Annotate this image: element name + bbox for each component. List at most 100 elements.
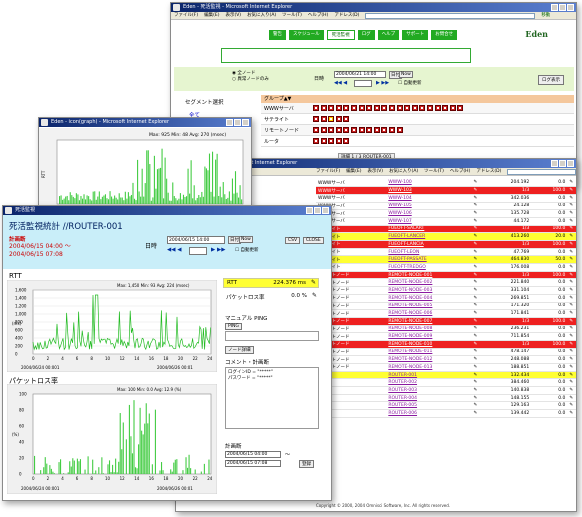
- table-row[interactable]: サテライトFUEOFT-SALART✎1/3100.0✎: [316, 225, 576, 233]
- table-row[interactable]: リモートノード REMOTE-NODE-013 ✎ 188.851 0.0 ✎: [316, 363, 576, 372]
- table-row[interactable]: サテライトFUEOFT-LEON✎47.7690.0✎: [316, 248, 576, 256]
- table-row[interactable]: WWWサーバ WWW-104 ✎ 342.036 0.0 ✎: [316, 194, 576, 203]
- graph-icon[interactable]: ✎: [567, 233, 576, 241]
- auto-refresh-checkbox[interactable]: ☐ 自動更新: [235, 247, 258, 253]
- node-link[interactable]: REMOTE-NODE-005: [386, 302, 471, 310]
- table-row[interactable]: リモートノード REMOTE-NODE-003 ✎ 331.104 0.0 ✎: [316, 286, 576, 295]
- status-box[interactable]: [404, 105, 411, 111]
- node-link[interactable]: ROUTER-004: [386, 394, 471, 402]
- edit-icon[interactable]: ✎: [472, 364, 489, 372]
- group-row[interactable]: ルータ: [261, 136, 574, 147]
- node-link[interactable]: FUEOFT-LEON: [386, 248, 471, 256]
- graph-icon[interactable]: ✎: [567, 402, 576, 410]
- menu-tools[interactable]: ツール(T): [282, 12, 302, 19]
- node-link[interactable]: FUEOFT-TREDGO: [386, 264, 471, 272]
- node-link[interactable]: REMOTE-NODE-012: [386, 356, 471, 364]
- table-row[interactable]: リモートノード REMOTE-NODE-008 ✎ 236.231 0.0 ✎: [316, 325, 576, 333]
- graph-icon[interactable]: ✎: [567, 179, 576, 187]
- graph-icon[interactable]: ✎: [567, 202, 576, 210]
- status-box[interactable]: [328, 127, 335, 133]
- graph-icon[interactable]: ✎: [567, 225, 576, 233]
- status-box[interactable]: [396, 127, 403, 133]
- status-box[interactable]: [426, 105, 433, 111]
- table-row[interactable]: ルータROUTER-006✎139.4420.0✎: [316, 409, 576, 418]
- close-button[interactable]: [567, 4, 574, 11]
- close-button[interactable]: [242, 119, 249, 126]
- node-link[interactable]: ROUTER-001: [386, 371, 471, 379]
- edit-icon[interactable]: ✎: [472, 325, 489, 333]
- node-link[interactable]: WWW-104: [386, 194, 471, 202]
- graph-link-icon[interactable]: ✎: [311, 279, 316, 286]
- status-box[interactable]: [434, 105, 441, 111]
- status-box[interactable]: [335, 127, 342, 133]
- status-box[interactable]: [449, 105, 456, 111]
- group-row[interactable]: サテライト: [261, 114, 574, 125]
- menu-tools[interactable]: ツール(T): [424, 168, 444, 175]
- menu-view[interactable]: 表示(V): [225, 12, 241, 19]
- status-box[interactable]: [350, 127, 357, 133]
- node-link[interactable]: REMOTE-NODE-007: [386, 317, 471, 325]
- status-box[interactable]: [328, 105, 335, 111]
- graph-icon[interactable]: ✎: [567, 302, 576, 310]
- menu-view[interactable]: 表示(V): [367, 168, 383, 175]
- group-header[interactable]: グループ▲▼: [261, 95, 574, 103]
- radio-abnormal[interactable]: ○: [232, 77, 236, 82]
- maximize-button[interactable]: [234, 119, 241, 126]
- edit-icon[interactable]: ✎: [472, 271, 489, 279]
- status-box[interactable]: [381, 105, 388, 111]
- graph-icon[interactable]: ✎: [567, 333, 576, 341]
- edit-icon[interactable]: ✎: [472, 202, 489, 210]
- table-row[interactable]: リモートノード REMOTE-NODE-004 ✎ 269.851 0.0 ✎: [316, 294, 576, 302]
- edit-icon[interactable]: ✎: [472, 387, 489, 395]
- table-row[interactable]: WWWサーバWWW-106✎135.7280.0✎: [316, 209, 576, 218]
- edit-icon[interactable]: ✎: [472, 348, 489, 356]
- edit-icon[interactable]: ✎: [472, 317, 489, 325]
- now-button[interactable]: Now: [399, 71, 413, 78]
- status-box[interactable]: [335, 138, 342, 144]
- status-box[interactable]: [388, 105, 395, 111]
- nav-prev-buttons[interactable]: ◀◀ ◀: [167, 247, 181, 253]
- graph-icon[interactable]: ✎: [567, 294, 576, 302]
- table-row[interactable]: リモートノード REMOTE-NODE-009 ✎ 711.854 0.0 ✎: [316, 332, 576, 341]
- node-link[interactable]: WWW-103: [386, 187, 471, 195]
- edit-icon[interactable]: ✎: [472, 310, 489, 318]
- status-box[interactable]: [419, 105, 426, 111]
- node-link[interactable]: ROUTER-002: [386, 379, 471, 387]
- node-link[interactable]: REMOTE-NODE-008: [386, 325, 471, 333]
- edit-icon[interactable]: ✎: [472, 194, 489, 202]
- nav-tab-monitor[interactable]: 死活監視: [326, 30, 355, 40]
- graph-icon[interactable]: ✎: [567, 279, 576, 287]
- table-row[interactable]: リモートノード REMOTE-NODE-007 ✎ 1/3 100.0 ✎: [316, 317, 576, 326]
- nav-tab-alert[interactable]: 警告: [269, 30, 286, 40]
- status-box[interactable]: [373, 127, 380, 133]
- node-link[interactable]: WWW-105: [386, 202, 471, 210]
- node-link[interactable]: REMOTE-NODE-013: [386, 364, 471, 372]
- graph-icon[interactable]: ✎: [567, 356, 576, 364]
- edit-icon[interactable]: ✎: [472, 233, 489, 241]
- minimize-button[interactable]: [551, 160, 558, 167]
- step-select[interactable]: [189, 247, 207, 255]
- graph-link-icon[interactable]: ✎: [312, 292, 317, 299]
- table-row[interactable]: WWWサーバ WWW-100 ✎ 204.192 0.0 ✎: [316, 179, 576, 187]
- table-row[interactable]: リモートノード REMOTE-NODE-005 ✎ 171.320 0.0 ✎: [316, 302, 576, 310]
- status-box[interactable]: [396, 105, 403, 111]
- edit-icon[interactable]: ✎: [472, 256, 489, 264]
- status-box[interactable]: [381, 127, 388, 133]
- table-row[interactable]: ルータROUTER-005✎129.1630.0✎: [316, 401, 576, 410]
- nav-tab-contact[interactable]: お問合せ: [431, 30, 458, 40]
- graph-icon[interactable]: ✎: [567, 310, 576, 318]
- node-link[interactable]: FUEOFT-LANCER: [386, 233, 471, 241]
- edit-icon[interactable]: ✎: [472, 402, 489, 410]
- plan-register-button[interactable]: 登録: [299, 460, 314, 468]
- csv-button[interactable]: CSV: [285, 237, 301, 244]
- date-input[interactable]: 2004/06/21 14:00: [334, 71, 386, 78]
- graph-icon[interactable]: ✎: [567, 410, 576, 418]
- menu-favorites[interactable]: お気に入り(A): [389, 168, 418, 175]
- edit-icon[interactable]: ✎: [472, 302, 489, 310]
- graph-icon[interactable]: ✎: [567, 287, 576, 295]
- close-page-button[interactable]: CLOSE: [303, 237, 324, 244]
- date-input[interactable]: 2004/06/15 14:00: [167, 236, 225, 244]
- edit-icon[interactable]: ✎: [472, 225, 489, 233]
- node-link[interactable]: REMOTE-NODE-010: [386, 340, 471, 348]
- edit-icon[interactable]: ✎: [472, 379, 489, 387]
